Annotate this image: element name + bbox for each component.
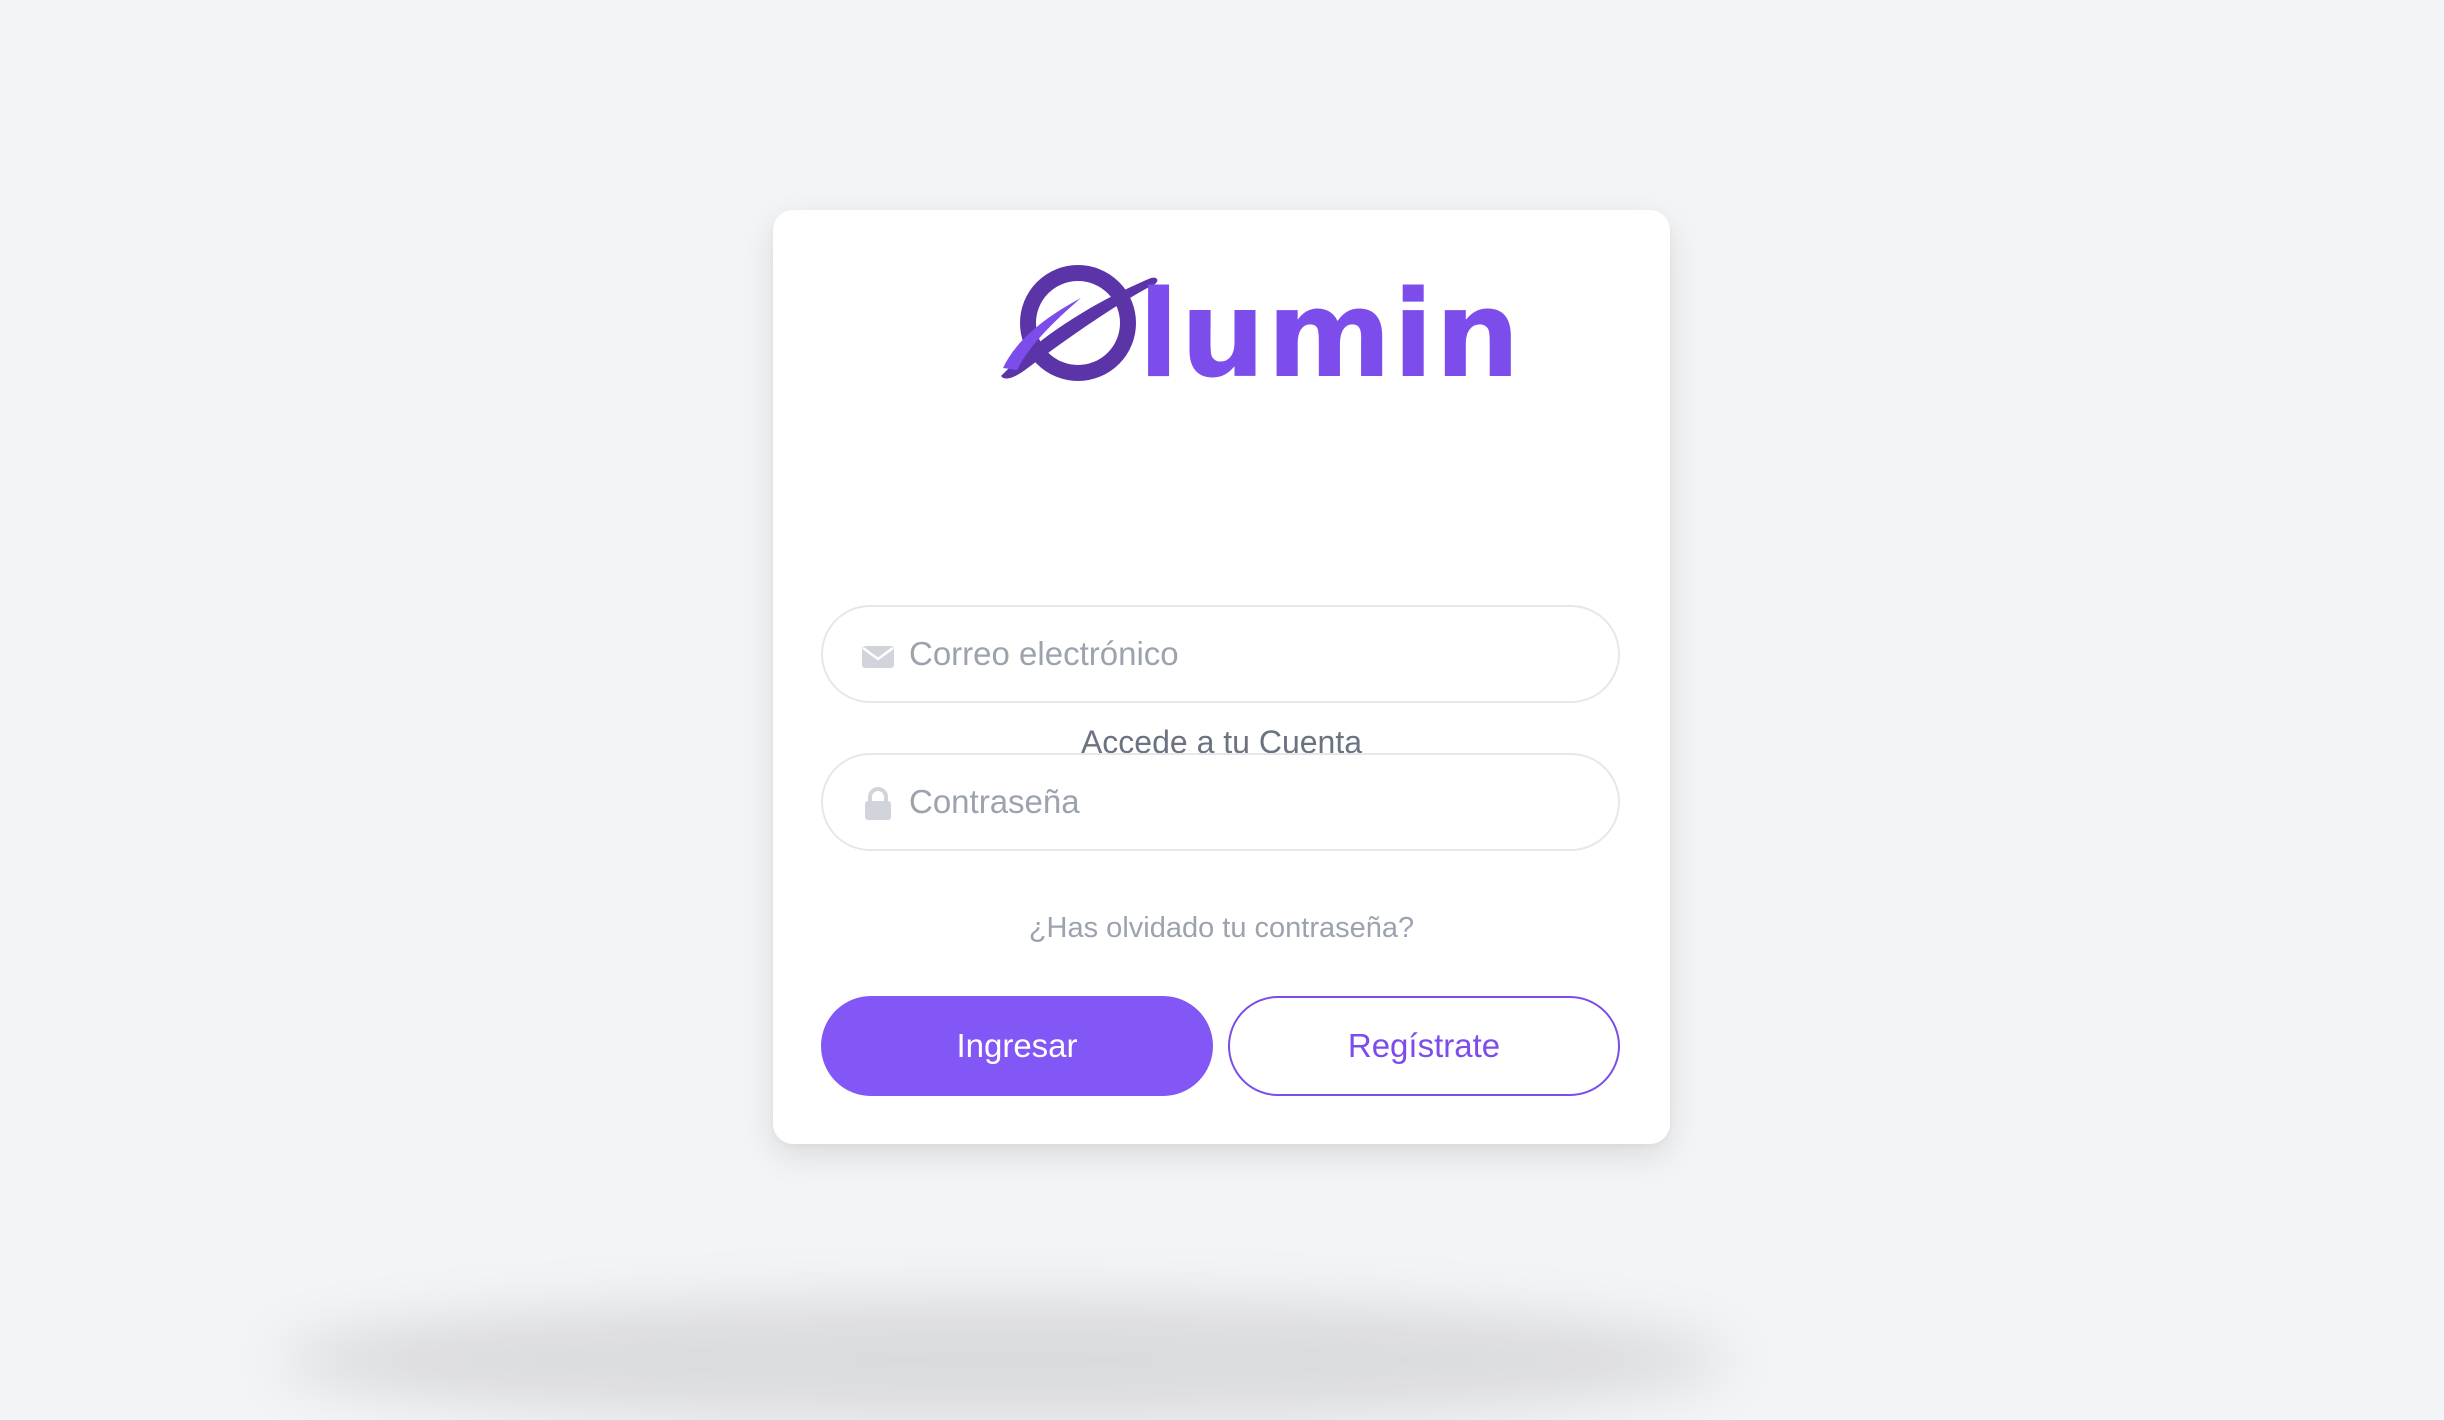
login-button[interactable]: Ingresar bbox=[821, 996, 1213, 1096]
password-field[interactable] bbox=[821, 753, 1620, 851]
register-button[interactable]: Regístrate bbox=[1228, 996, 1620, 1096]
email-input[interactable] bbox=[909, 607, 1589, 701]
envelope-icon bbox=[862, 646, 894, 668]
login-card: lumin Bienvenido Accede a tu Cuenta ¿Has… bbox=[773, 210, 1670, 1144]
password-input[interactable] bbox=[909, 755, 1589, 849]
page-shadow bbox=[280, 1300, 1730, 1420]
forgot-password-link[interactable]: ¿Has olvidado tu contraseña? bbox=[773, 908, 1670, 948]
logo-text: lumin bbox=[1138, 266, 1522, 405]
lock-icon bbox=[865, 787, 891, 820]
lumin-logo: lumin bbox=[993, 258, 1520, 398]
email-field[interactable] bbox=[821, 605, 1620, 703]
